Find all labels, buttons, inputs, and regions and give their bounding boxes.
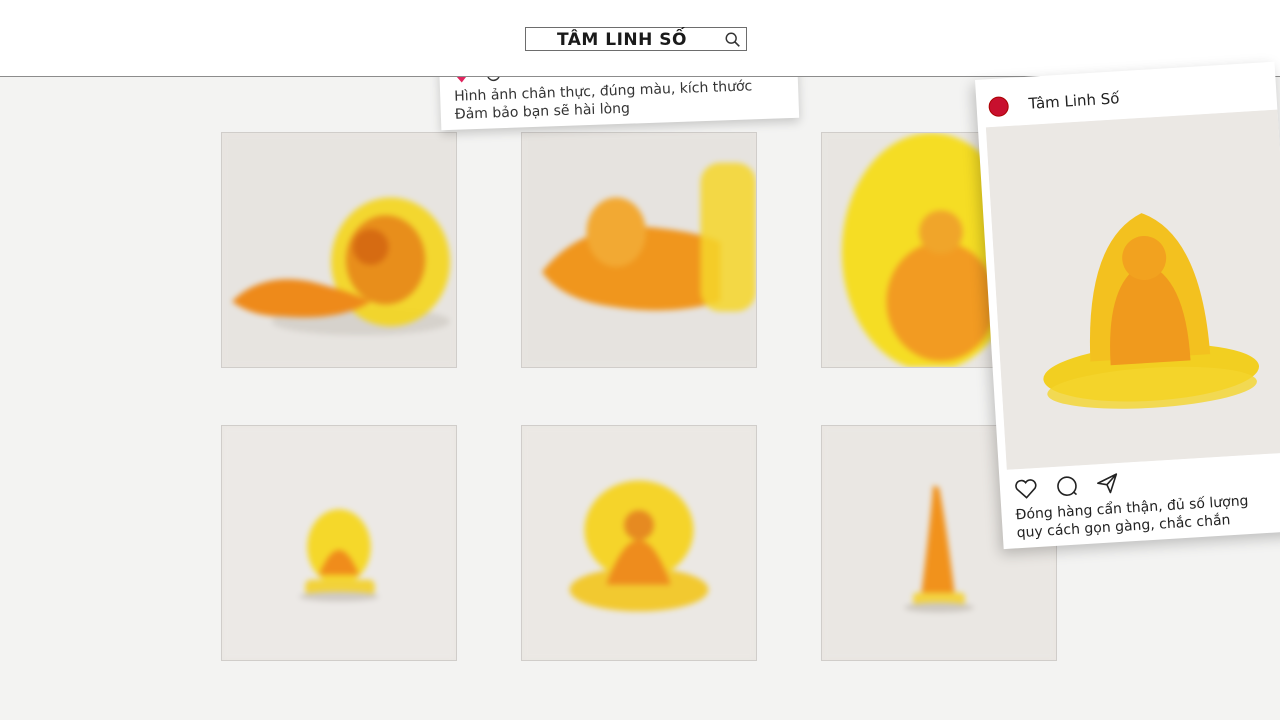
gallery-tile[interactable] (521, 132, 757, 368)
statue-photo (222, 426, 456, 660)
search-box[interactable]: TÂM LINH SỐ (525, 27, 747, 51)
statue-photo (222, 133, 456, 367)
post-actions (1013, 471, 1132, 502)
comment-icon[interactable] (1054, 474, 1080, 501)
search-icon[interactable] (724, 31, 742, 49)
top-bar: TÂM LINH SỐ (0, 0, 1280, 77)
share-icon[interactable] (1095, 472, 1121, 499)
gallery-tile[interactable] (221, 132, 457, 368)
post-card-right: Tâm Linh Số Đóng hàng cẩn thận, đủ số lư… (975, 61, 1280, 550)
post-top-caption: Hình ảnh chân thực, đúng màu, kích thước… (454, 77, 753, 123)
statue-photo (522, 133, 756, 367)
gallery-tile[interactable] (221, 425, 457, 661)
statue-photo (985, 109, 1280, 470)
post-photo[interactable] (985, 109, 1280, 470)
avatar[interactable] (988, 96, 1010, 118)
gallery-tile[interactable] (521, 425, 757, 661)
search-label: TÂM LINH SỐ (557, 30, 687, 50)
post-username[interactable]: Tâm Linh Số (1028, 89, 1120, 113)
heart-icon[interactable] (1013, 477, 1039, 504)
statue-photo (522, 426, 756, 660)
